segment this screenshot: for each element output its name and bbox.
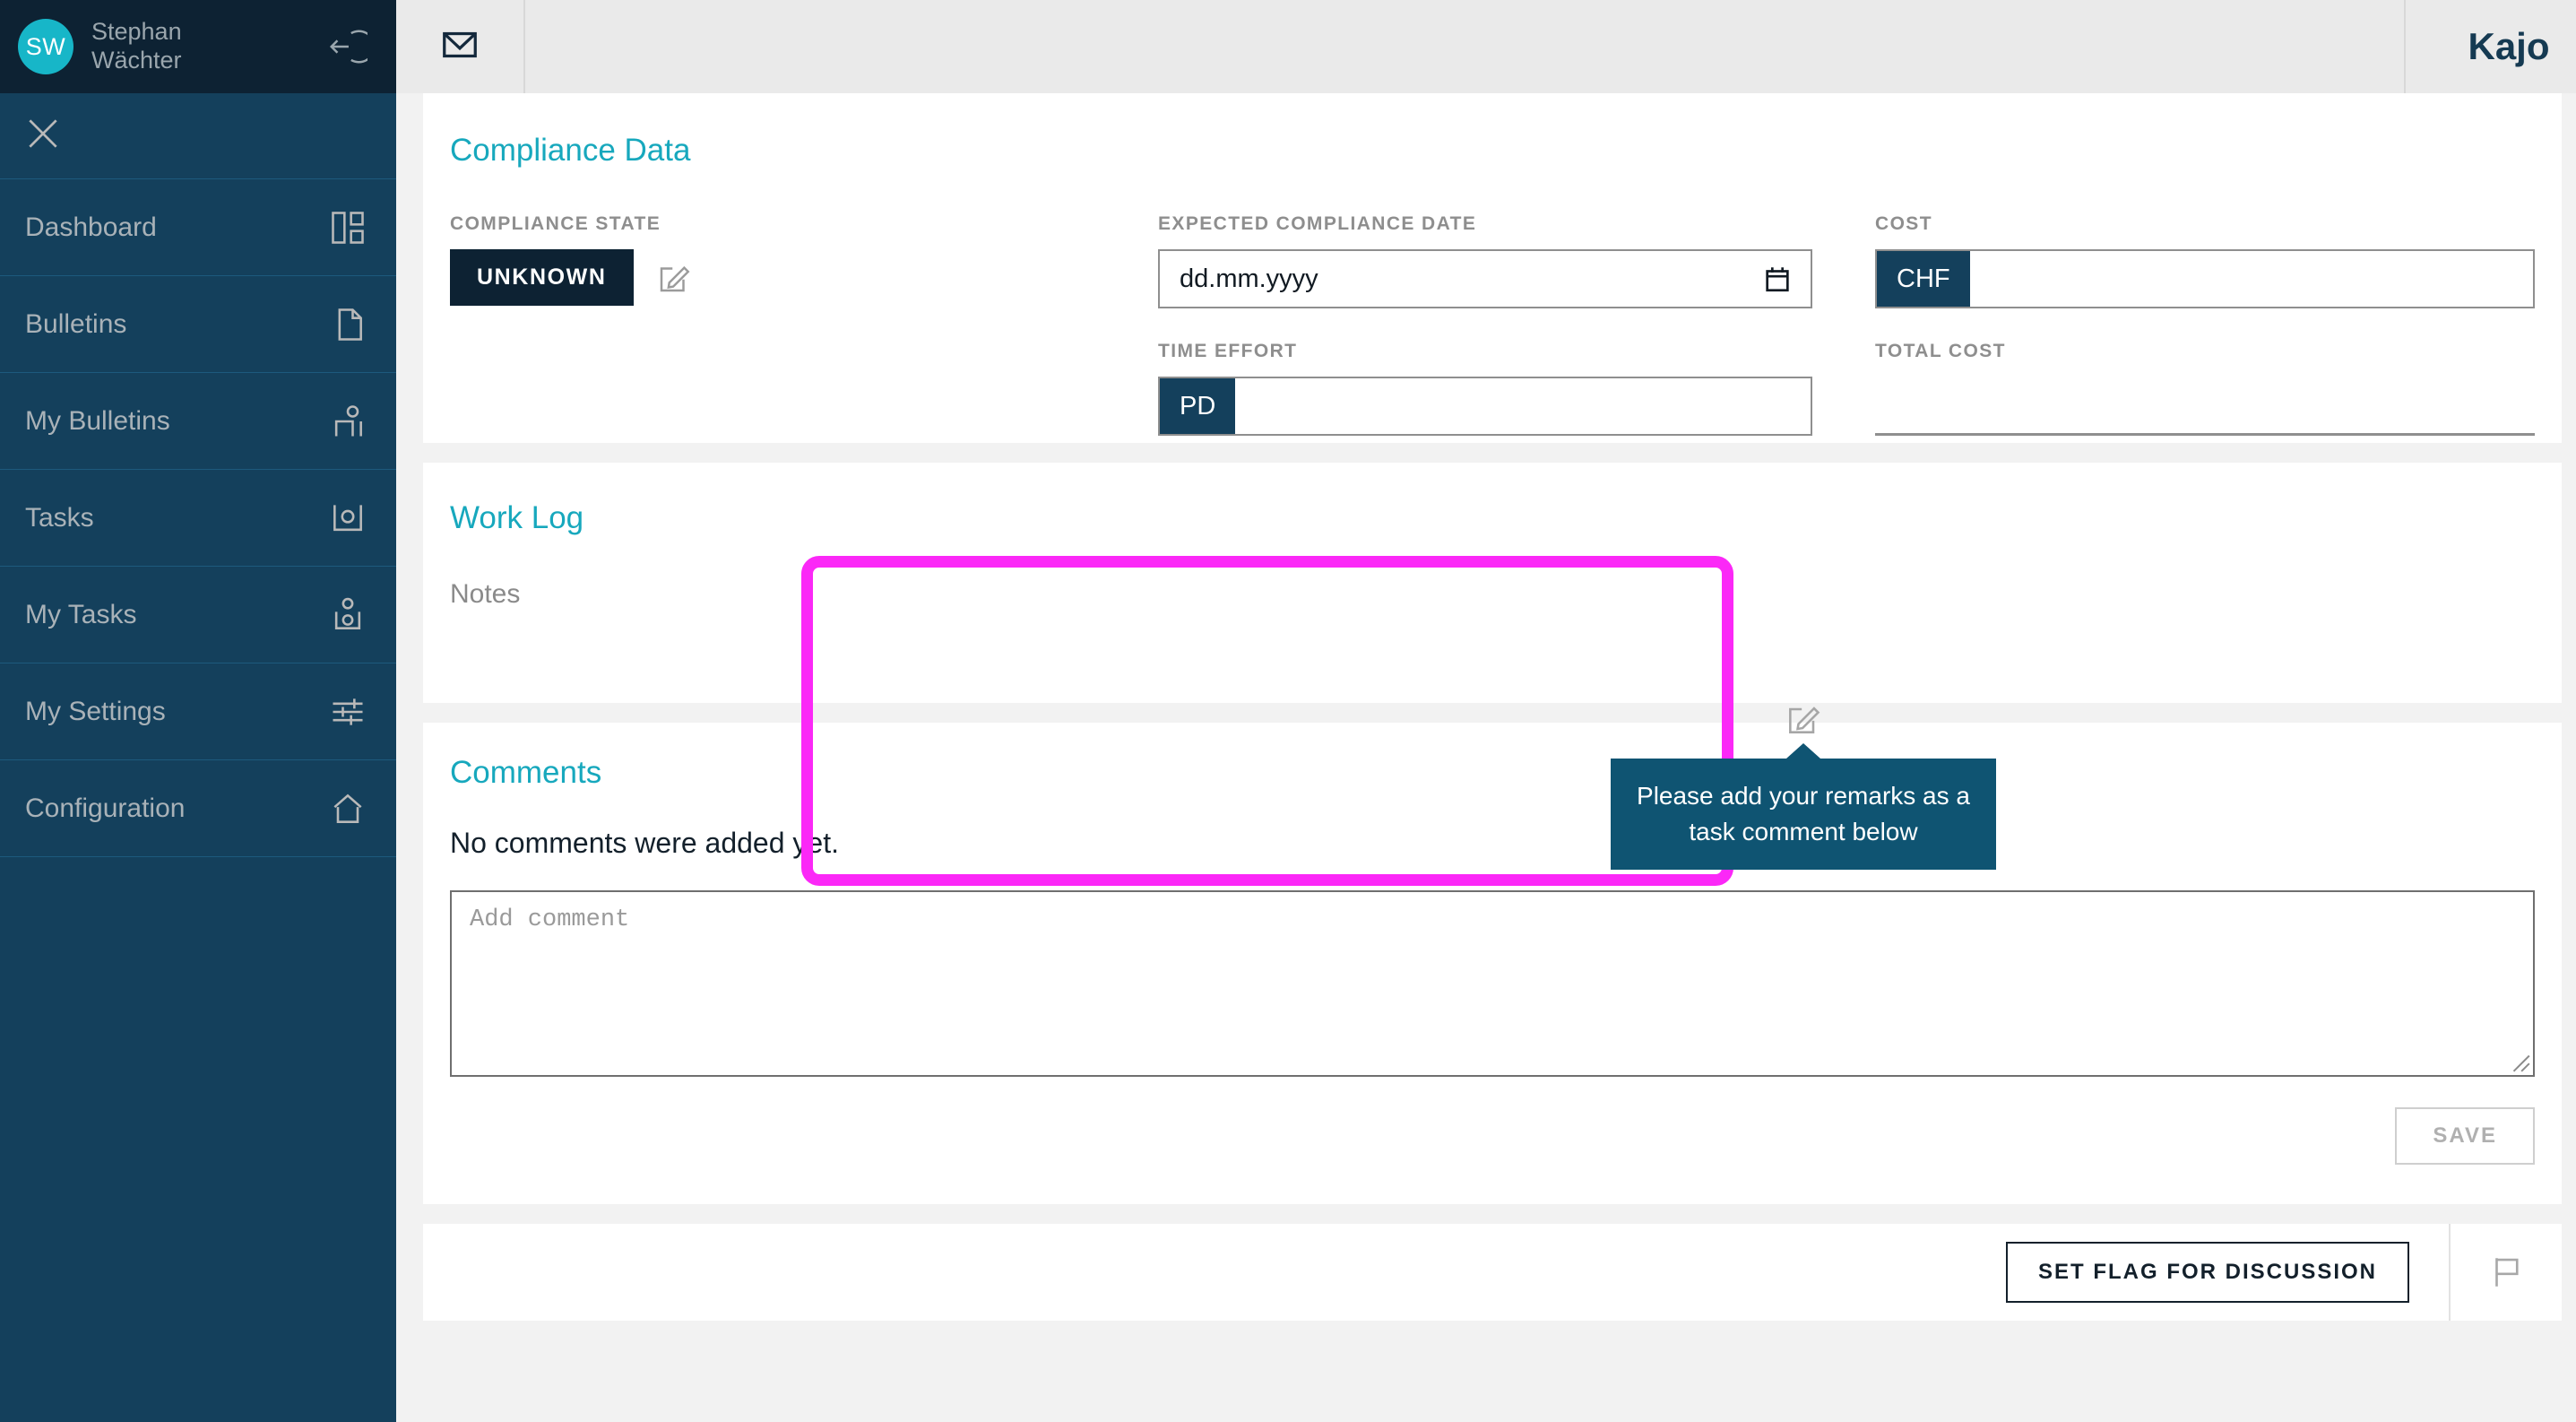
document-icon: [328, 305, 367, 344]
calendar-icon[interactable]: [1762, 264, 1793, 294]
status-badge: UNKNOWN: [450, 249, 634, 306]
expected-date-input[interactable]: dd.mm.yyyy: [1158, 249, 1812, 308]
compliance-state-label: COMPLIANCE STATE: [450, 213, 661, 234]
page-title: Compliance Data: [450, 133, 691, 168]
avatar: SW: [18, 19, 73, 74]
person-document-icon: [328, 402, 367, 441]
card-gap: [396, 443, 2576, 463]
time-effort-label: TIME EFFORT: [1158, 341, 1298, 361]
work-log-title: Work Log: [450, 500, 584, 535]
sliders-icon: [328, 692, 367, 732]
sidebar-item-label: Dashboard: [25, 212, 157, 242]
app-root: SW Stephan Wächter Dashboard Bulletins M…: [0, 0, 2576, 1422]
tooltip-arrow: [1786, 743, 1820, 759]
topbar: Kajo: [396, 0, 2576, 93]
total-cost-value: [1875, 377, 2535, 436]
expected-date-value: dd.mm.yyyy: [1180, 264, 1318, 293]
comments-card: Comments No comments were added yet. Add…: [423, 723, 2562, 1204]
mail-button[interactable]: [396, 0, 525, 93]
edit-pencil-icon[interactable]: [655, 259, 693, 297]
sidebar-item-configuration[interactable]: Configuration: [0, 760, 396, 857]
no-comments-text: No comments were added yet.: [450, 827, 839, 859]
sidebar-item-label: My Bulletins: [25, 405, 170, 436]
compliance-fields: COMPLIANCE STATE UNKNOWN EXPECTED COMPLI…: [423, 213, 2562, 436]
compliance-date-column: EXPECTED COMPLIANCE DATE dd.mm.yyyy TIME…: [1158, 213, 1875, 436]
sidebar-item-label: Tasks: [25, 502, 94, 533]
time-effort-field: TIME EFFORT PD: [1158, 341, 1875, 436]
flag-outline-icon[interactable]: [2487, 1252, 2525, 1293]
flag-button-wrap: SET FLAG FOR DISCUSSION: [2005, 1224, 2449, 1321]
sidebar-item-label: My Settings: [25, 696, 166, 726]
flag-icon-cell[interactable]: [2449, 1224, 2562, 1321]
cost-input[interactable]: [1969, 251, 2533, 307]
time-effort-input-group[interactable]: PD: [1158, 377, 1812, 436]
work-log-card: Work Log Notes: [423, 463, 2562, 703]
cost-label: COST: [1875, 213, 1932, 234]
sidebar-item-label: Configuration: [25, 793, 186, 823]
brand-title: Kajo: [2404, 0, 2576, 93]
work-log-tooltip: Please add your remarks as a task commen…: [1611, 699, 1996, 870]
compliance-state-row: UNKNOWN: [450, 249, 1158, 306]
sidebar-item-my-tasks[interactable]: My Tasks: [0, 567, 396, 663]
sidebar-item-my-bulletins[interactable]: My Bulletins: [0, 373, 396, 470]
total-cost-label: TOTAL COST: [1875, 341, 2006, 361]
expected-date-label: EXPECTED COMPLIANCE DATE: [1158, 213, 1477, 234]
sidebar-item-label: My Tasks: [25, 599, 137, 629]
user-name: Stephan Wächter: [91, 18, 182, 74]
task-tray-icon: [328, 499, 367, 538]
close-icon[interactable]: [23, 114, 63, 158]
resize-handle[interactable]: [2508, 1050, 2531, 1073]
person-task-tray-icon: [328, 595, 367, 635]
compliance-state-column: COMPLIANCE STATE UNKNOWN: [450, 213, 1158, 436]
page-content: Compliance Data COMPLIANCE STATE UNKNOWN: [396, 93, 2576, 1422]
time-effort-input[interactable]: [1235, 378, 1811, 434]
save-row: SAVE: [423, 1077, 2562, 1165]
comment-input[interactable]: Add comment: [450, 890, 2535, 1077]
home-icon: [328, 789, 367, 828]
comment-placeholder: Add comment: [470, 906, 630, 933]
user-profile[interactable]: SW Stephan Wächter: [0, 0, 396, 93]
sidebar: SW Stephan Wächter Dashboard Bulletins M…: [0, 0, 396, 1422]
edit-pencil-icon[interactable]: [1784, 699, 1823, 739]
sidebar-item-dashboard[interactable]: Dashboard: [0, 179, 396, 276]
sidebar-item-label: Bulletins: [25, 308, 127, 339]
logout-arrow-icon[interactable]: [326, 26, 376, 67]
notes-label: Notes: [450, 579, 521, 609]
total-cost-field: TOTAL COST: [1875, 341, 2535, 436]
time-effort-unit: PD: [1160, 378, 1236, 434]
sidebar-item-my-settings[interactable]: My Settings: [0, 663, 396, 760]
dashboard-icon: [328, 208, 367, 247]
cost-currency: CHF: [1877, 251, 1970, 307]
cost-input-group[interactable]: CHF: [1875, 249, 2535, 308]
comments-title: Comments: [450, 755, 602, 790]
tooltip-text: Please add your remarks as a task commen…: [1611, 759, 1996, 870]
save-button[interactable]: SAVE: [2395, 1107, 2535, 1165]
card-gap: [396, 703, 2576, 723]
action-bar: SET FLAG FOR DISCUSSION: [423, 1224, 2562, 1321]
main-area: Kajo Compliance Data COMPLIANCE STATE UN…: [396, 0, 2576, 1422]
cost-column: COST CHF TOTAL COST: [1875, 213, 2535, 436]
sidebar-item-tasks[interactable]: Tasks: [0, 470, 396, 567]
sidebar-item-bulletins[interactable]: Bulletins: [0, 276, 396, 373]
compliance-data-card: Compliance Data COMPLIANCE STATE UNKNOWN: [423, 93, 2562, 443]
sidebar-close-button[interactable]: [0, 93, 396, 179]
envelope-icon[interactable]: [439, 24, 480, 70]
set-flag-for-discussion-button[interactable]: SET FLAG FOR DISCUSSION: [2005, 1242, 2409, 1303]
